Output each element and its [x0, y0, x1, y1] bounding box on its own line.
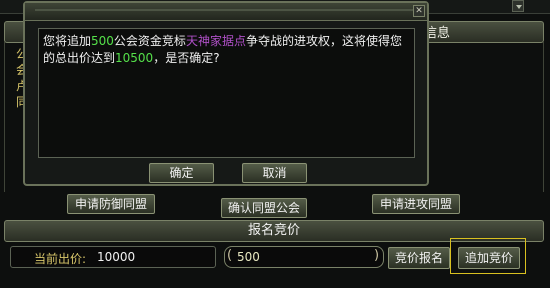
bid-amount-highlight: 500	[91, 34, 114, 48]
bid-input-right-cap: )	[374, 248, 380, 263]
apply-defense-alliance-button[interactable]: 申请防御同盟	[67, 194, 155, 214]
confirm-dialog: ✕ 您将追加500公会资金竞标天神家据点争夺战的进攻权，这将使得您的总出价达到1…	[23, 1, 429, 186]
bid-amount-value[interactable]: 500	[237, 250, 260, 264]
dialog-message-box: 您将追加500公会资金竞标天神家据点争夺战的进攻权，这将使得您的总出价达到105…	[38, 28, 415, 158]
bid-section-title: 报名竞价	[247, 223, 300, 238]
chevron-down-icon[interactable]	[512, 0, 524, 12]
cancel-button[interactable]: 取消	[242, 163, 307, 183]
bid-signup-button[interactable]: 竞价报名	[388, 247, 450, 269]
current-bid-label: 当前出价:	[34, 252, 87, 266]
bid-input-left-cap: (	[227, 248, 233, 263]
close-icon[interactable]: ✕	[413, 5, 425, 17]
message-text-4: ，是否确定?	[153, 51, 220, 65]
titlebar-divider	[35, 9, 415, 11]
location-highlight: 天神家据点	[185, 34, 246, 48]
message-text-2: 公会资金竞标	[113, 34, 186, 48]
add-bid-button[interactable]: 追加竞价	[458, 247, 520, 269]
apply-attack-alliance-button[interactable]: 申请进攻同盟	[372, 194, 460, 214]
confirm-alliance-guild-button[interactable]: 确认同盟公会	[221, 198, 307, 218]
message-text-1: 您将追加	[43, 34, 92, 48]
dialog-titlebar[interactable]: ✕	[25, 3, 427, 21]
total-bid-highlight: 10500	[115, 51, 154, 65]
dialog-message: 您将追加500公会资金竞标天神家据点争夺战的进攻权，这将使得您的总出价达到105…	[43, 33, 409, 67]
current-bid-value: 10000	[97, 250, 136, 264]
confirm-button[interactable]: 确定	[149, 163, 214, 183]
